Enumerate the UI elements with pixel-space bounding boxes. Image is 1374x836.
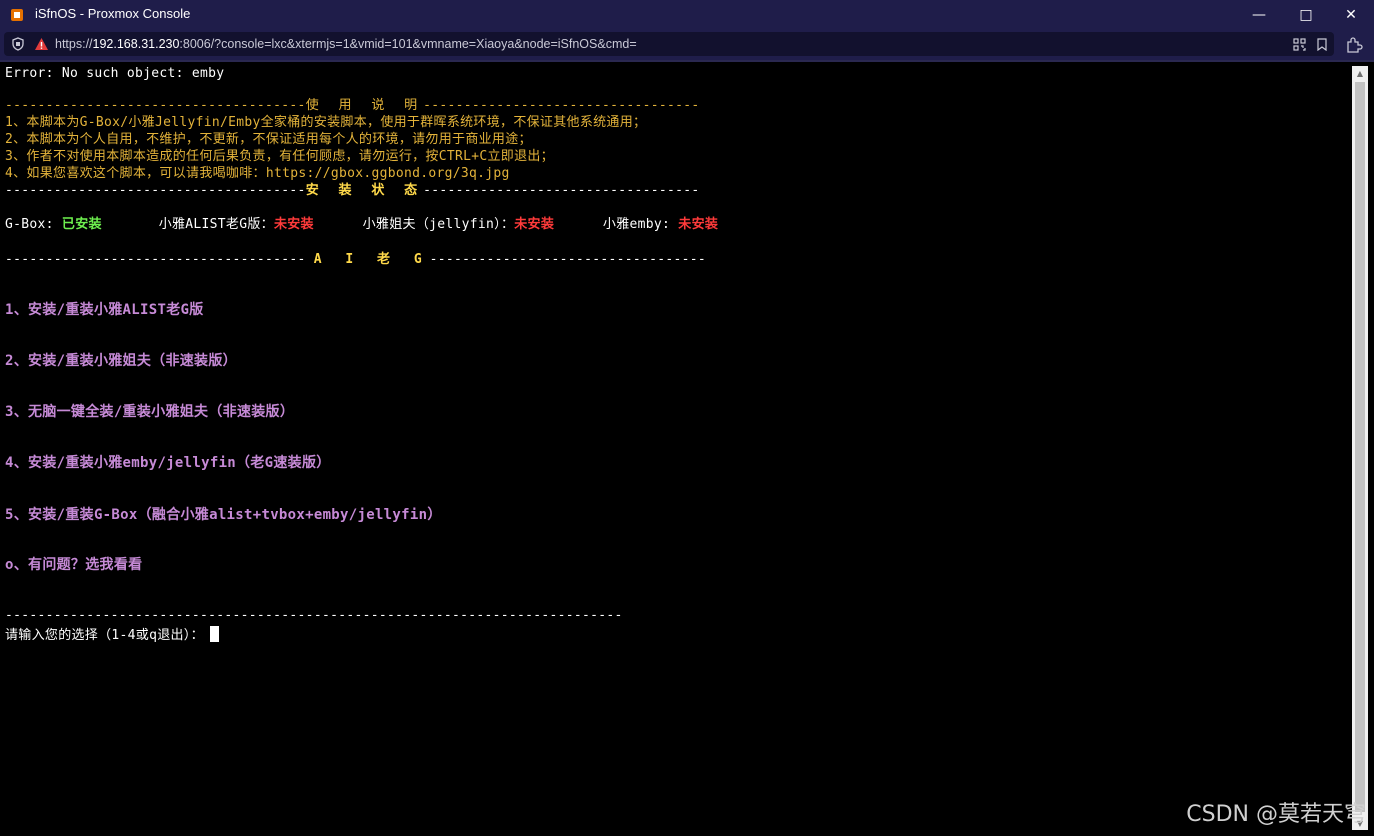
prompt-text: 请输入您的选择（1-4或q退出）： <box>5 628 204 643</box>
status-line: G-Box: 已安装 小雅ALIST老G版：未安装 小雅姐夫（jellyfin）… <box>5 217 718 233</box>
terminal-scrollbar[interactable]: ▲ ▼ <box>1352 66 1368 830</box>
status-header-right: ---------------------------------- <box>423 183 700 198</box>
usage-header-right: ---------------------------------- <box>423 98 700 113</box>
watermark: CSDN @莫若天穹 <box>1186 802 1366 827</box>
menu-item-5: 5、安装/重装G-Box（融合小雅alist+tvbox+emby/jellyf… <box>5 507 442 523</box>
menu-item-1: 1、安装/重装小雅ALIST老G版 <box>5 302 204 318</box>
gbox-label: G-Box: <box>5 217 62 232</box>
usage-line-4: 4、如果您喜欢这个脚本，可以请我喝咖啡：https://gbox.ggbond.… <box>5 166 510 181</box>
usage-header-left: ------------------------------------- <box>5 98 306 113</box>
usage-line-1: 1、本脚本为G-Box/小雅Jellyfin/Emby全家桶的安装脚本，使用于群… <box>5 115 647 130</box>
usage-header: -------------------------------------使 用… <box>5 98 699 114</box>
menu-header-title: A I 老 G <box>313 252 430 267</box>
close-button[interactable]: ✕ <box>1328 0 1374 30</box>
url-prefix: https:// <box>55 37 93 51</box>
usage-header-title: 使 用 说 明 <box>305 98 424 113</box>
prompt-line[interactable]: 请输入您的选择（1-4或q退出）： <box>5 626 219 644</box>
status-header-left: ------------------------------------- <box>5 183 306 198</box>
window-title: iSfnOS - Proxmox Console <box>35 6 191 21</box>
window-titlebar: iSfnOS - Proxmox Console — □ ✕ <box>0 0 1374 30</box>
jellyfin-status: 未安装 <box>514 217 555 232</box>
terminal-console[interactable]: Error: No such object: emby ------------… <box>0 62 1350 836</box>
menu-header-left: ------------------------------------- <box>5 252 306 267</box>
gbox-status: 已安装 <box>61 217 102 232</box>
menu-header: ------------------------------------- A I… <box>5 252 706 268</box>
url-field[interactable]: https://192.168.31.230:8006/?console=lxc… <box>4 32 1334 56</box>
extensions-icon[interactable] <box>1344 35 1364 55</box>
shield-icon[interactable] <box>11 37 25 51</box>
scrollbar-thumb[interactable] <box>1355 82 1365 812</box>
usage-line-2: 2、本脚本为个人自用，不维护，不更新，不保证适用每个人的环境，请勿用于商业用途； <box>5 132 532 147</box>
url-host: 192.168.31.230 <box>92 37 180 51</box>
scroll-up-icon[interactable]: ▲ <box>1352 66 1368 80</box>
alist-label: 小雅ALIST老G版： <box>158 217 274 232</box>
terminal-cursor <box>209 626 219 642</box>
warning-icon[interactable] <box>33 37 49 51</box>
footer-rule: ----------------------------------------… <box>5 608 623 623</box>
menu-item-4: 4、安装/重装小雅emby/jellyfin（老G速装版） <box>5 455 331 471</box>
menu-header-right: ---------------------------------- <box>429 252 706 267</box>
menu-item-2: 2、安装/重装小雅姐夫（非速装版） <box>5 353 237 369</box>
error-line: Error: No such object: emby <box>5 66 225 81</box>
url-rest: :8006/?console=lxc&xtermjs=1&vmid=101&vm… <box>179 37 637 51</box>
qr-code-icon[interactable] <box>1292 37 1306 51</box>
menu-item-o: o、有问题？选我看看 <box>5 557 143 573</box>
maximize-button[interactable]: □ <box>1283 0 1329 30</box>
url-text[interactable]: https://192.168.31.230:8006/?console=lxc… <box>55 37 637 51</box>
emby-status: 未安装 <box>678 217 719 232</box>
minimize-button[interactable]: — <box>1236 0 1282 30</box>
bookmark-icon[interactable] <box>1315 37 1329 51</box>
usage-line-3: 3、作者不对使用本脚本造成的任何后果负责，有任何顾虑，请勿运行，按CTRL+C立… <box>5 149 554 164</box>
status-header: -------------------------------------安 装… <box>5 183 699 199</box>
jellyfin-label: 小雅姐夫（jellyfin）： <box>362 217 515 232</box>
menu-item-3: 3、无脑一键全装/重装小雅姐夫（非速装版） <box>5 404 295 420</box>
app-icon <box>10 8 24 22</box>
alist-status: 未安装 <box>273 217 314 232</box>
status-header-title: 安 装 状 态 <box>305 183 424 198</box>
emby-label: 小雅emby: <box>602 217 679 232</box>
address-bar: https://192.168.31.230:8006/?console=lxc… <box>0 30 1374 60</box>
